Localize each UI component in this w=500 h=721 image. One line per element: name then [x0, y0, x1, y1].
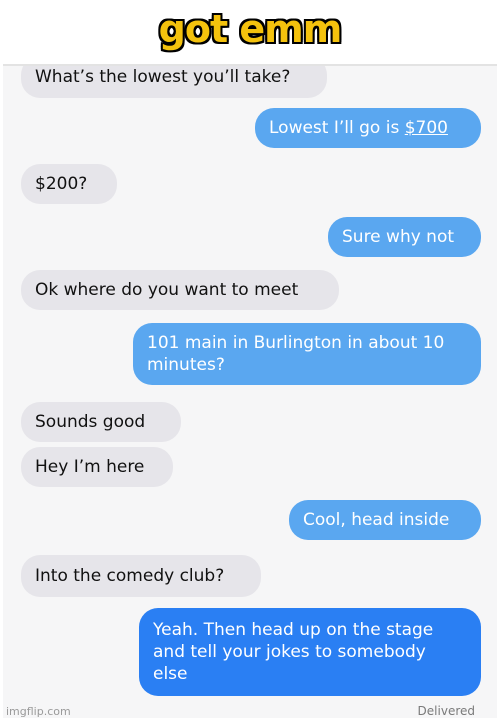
message-text: Into the comedy club? [35, 566, 225, 586]
message-text: Cool, head inside [303, 510, 450, 530]
message-bubble-incoming: Ok where do you want to meet [21, 270, 339, 310]
message-bubble-incoming: $200? [21, 164, 117, 204]
message-text: Sounds good [35, 412, 146, 432]
message-bubble-incoming: Sounds good [21, 402, 181, 442]
message-bubble-incoming: What’s the lowest you’ll take? [21, 66, 327, 98]
meme-caption: got emm [158, 7, 343, 51]
message-text: Ok where do you want to meet [35, 280, 299, 300]
message-text: What’s the lowest you’ll take? [35, 67, 291, 87]
price-link[interactable]: $700 [405, 118, 448, 138]
message-bubble-outgoing: Yeah. Then head up on the stage and tell… [139, 608, 481, 696]
message-bubble-incoming: Hey I’m here [21, 447, 173, 487]
message-bubble-outgoing: Lowest I’ll go is $700 [255, 108, 481, 148]
message-bubble-outgoing: Sure why not [328, 217, 481, 257]
message-text: 101 main in Burlington in about 10 minut… [147, 333, 445, 375]
message-text: Yeah. Then head up on the stage and tell… [153, 620, 434, 684]
meme-caption-band: got emm [0, 0, 500, 64]
message-thread: What’s the lowest you’ll take? Lowest I’… [3, 66, 497, 718]
watermark: imgflip.com [6, 705, 71, 718]
message-text: Hey I’m here [35, 457, 145, 477]
message-text: Lowest I’ll go is $700 [269, 118, 448, 138]
message-bubble-incoming: Into the comedy club? [21, 555, 261, 597]
message-bubble-outgoing: Cool, head inside [289, 500, 481, 540]
message-bubble-outgoing: 101 main in Burlington in about 10 minut… [133, 323, 481, 385]
delivery-status: Delivered [417, 704, 475, 718]
message-text: $200? [35, 174, 88, 194]
message-text: Sure why not [342, 227, 455, 247]
